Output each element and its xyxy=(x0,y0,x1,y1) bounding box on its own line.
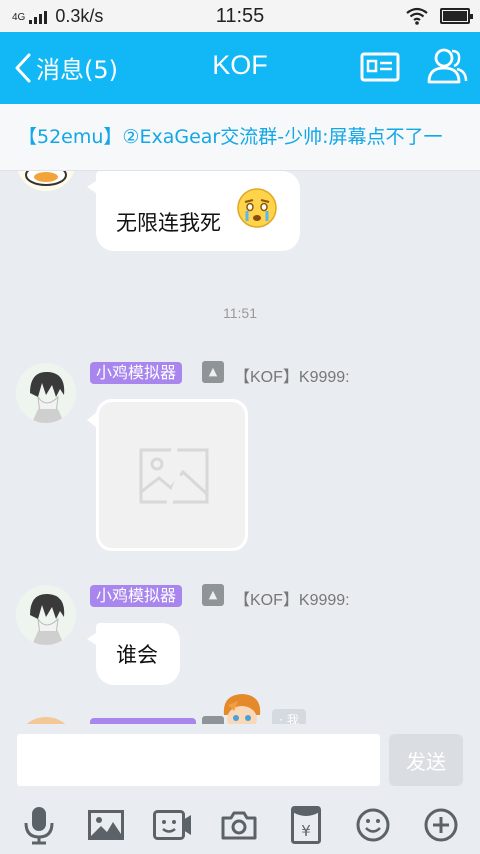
svg-text:¥: ¥ xyxy=(301,822,311,840)
status-right xyxy=(406,7,473,25)
member-title-tag: 小鸡模拟器 xyxy=(90,362,183,384)
group-notice-banner[interactable]: 【52emu】②ExaGear交流群-少帅:屏幕点不了一 xyxy=(0,104,480,171)
self-badge: · 我 xyxy=(272,709,306,724)
emoji-button[interactable] xyxy=(350,802,396,848)
title-bar: 消息(5) KOF xyxy=(0,32,480,104)
sender-name[interactable]: 【KOF】K9999: xyxy=(234,586,350,610)
video-call-button[interactable] xyxy=(150,802,196,848)
input-toolbar: ¥ xyxy=(0,800,480,850)
send-button[interactable]: 发送 xyxy=(389,734,463,786)
message-bubble[interactable]: 无限连我死 xyxy=(87,171,300,251)
avatar[interactable] xyxy=(16,585,76,645)
message-timestamp: 11:51 xyxy=(223,305,257,321)
avatar[interactable] xyxy=(16,363,76,423)
red-packet-button[interactable]: ¥ xyxy=(283,802,329,848)
input-area: 发送 ¥ xyxy=(0,724,480,854)
emoji-icon xyxy=(356,808,390,842)
red-packet-icon: ¥ xyxy=(291,806,321,844)
avatar[interactable] xyxy=(16,171,76,191)
chat-title: KOF xyxy=(212,50,268,80)
camera-button[interactable] xyxy=(216,802,262,848)
avatar-image xyxy=(16,585,76,645)
album-button[interactable] xyxy=(83,802,129,848)
wifi-icon xyxy=(406,7,428,25)
video-icon xyxy=(153,810,191,840)
image-message-bubble[interactable] xyxy=(87,399,248,551)
mic-icon xyxy=(24,807,54,845)
avatar-image xyxy=(16,363,76,423)
profile-card-icon xyxy=(360,52,400,82)
group-members-icon xyxy=(427,48,468,84)
image-placeholder-icon xyxy=(139,448,209,504)
member-level-icon: ▲ xyxy=(202,584,224,606)
member-level-icon: ▲ xyxy=(202,361,224,383)
status-bar: 4G 0.3k/s 11:55 xyxy=(0,0,480,32)
member-title-tag: 小鸡模拟器 xyxy=(90,585,183,607)
plus-icon xyxy=(424,808,458,842)
crying-face-icon xyxy=(237,188,277,228)
chat-message-list[interactable]: 无限连我死 11:51 小鸡模拟器 ▲ 【KOF】K9999: 小鸡模拟器 ▲ … xyxy=(0,171,480,724)
message-text: 无限连我死 xyxy=(116,211,221,235)
sticker-avatar-icon[interactable] xyxy=(218,691,266,724)
avatar[interactable] xyxy=(16,717,76,724)
group-members-button[interactable] xyxy=(426,46,468,90)
self-badge-label: 我 xyxy=(286,713,299,724)
avatar-image xyxy=(25,171,67,186)
voice-button[interactable] xyxy=(16,802,62,848)
camera-icon xyxy=(221,811,257,840)
image-icon xyxy=(88,810,124,840)
more-button[interactable] xyxy=(418,802,464,848)
group-profile-card-button[interactable] xyxy=(360,52,400,86)
battery-icon xyxy=(440,8,473,24)
sender-name[interactable]: 【KOF】K9999: xyxy=(234,363,350,387)
message-input[interactable] xyxy=(17,734,380,786)
message-text: 谁会 xyxy=(116,643,158,667)
message-bubble[interactable]: 谁会 xyxy=(87,623,180,685)
